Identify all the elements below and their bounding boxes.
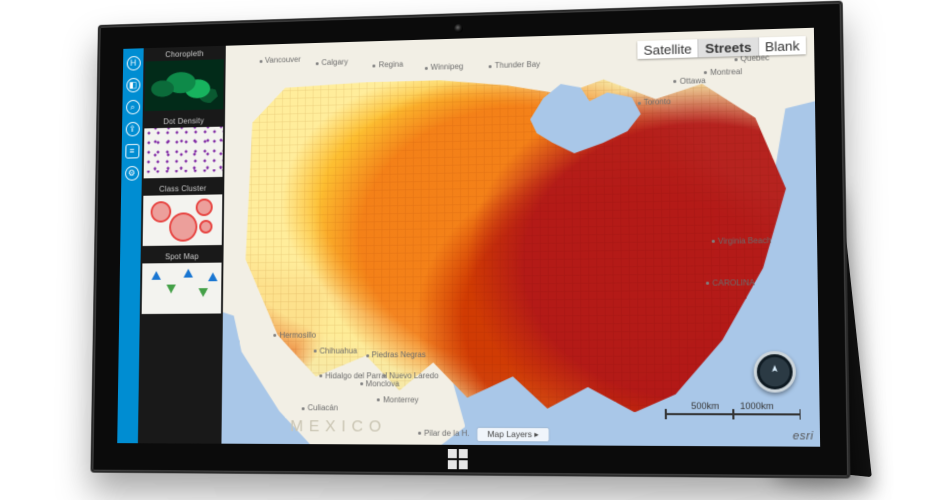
city-label: Winnipeg	[425, 62, 464, 72]
city-label: Regina	[373, 60, 403, 70]
thumb-spot-map[interactable]	[142, 263, 222, 314]
map-canvas[interactable]: MEXICO Vancouver Calgary Regina Winnipeg Thu…	[221, 28, 820, 447]
basemap-toggle: Satellite Streets Blank	[637, 36, 806, 59]
north-arrow-icon	[766, 364, 783, 381]
city-label: Montreal	[704, 67, 742, 77]
settings-icon[interactable]: ⚙	[125, 166, 139, 181]
tablet-device: H ◧ ⌕ ⇪ ≡ ⚙ Choropleth Dot Density Class…	[90, 1, 850, 479]
city-label: Chihuahua	[314, 347, 358, 356]
home-icon[interactable]: H	[126, 56, 140, 71]
city-label: Pilar de la H.	[418, 428, 470, 437]
map-app: H ◧ ⌕ ⇪ ≡ ⚙ Choropleth Dot Density Class…	[117, 28, 820, 447]
layers-icon[interactable]: ◧	[126, 78, 140, 93]
stage: H ◧ ⌕ ⇪ ≡ ⚙ Choropleth Dot Density Class…	[0, 0, 950, 500]
choropleth-usa	[233, 53, 807, 413]
thumb-choropleth[interactable]	[145, 59, 224, 111]
compass-widget[interactable]	[754, 351, 797, 392]
city-label: Virginia Beach	[712, 236, 772, 246]
esri-attribution: esri	[793, 430, 814, 443]
map-type-panel: Choropleth Dot Density Class Cluster Spo…	[138, 46, 226, 444]
thumb-title-spot-map: Spot Map	[141, 249, 224, 264]
city-label: Quebec	[734, 54, 769, 64]
scale-bar: 500km 1000km	[665, 401, 801, 416]
city-label: Nuevo Laredo	[383, 371, 439, 380]
share-icon[interactable]: ⇪	[125, 122, 139, 137]
search-icon[interactable]: ⌕	[126, 100, 140, 115]
basemap-satellite[interactable]: Satellite	[637, 39, 698, 59]
city-label: Monclova	[360, 379, 400, 388]
country-label-mexico: MEXICO	[290, 418, 387, 436]
basemap-streets[interactable]: Streets	[698, 38, 758, 58]
thumb-class-cluster[interactable]	[143, 194, 223, 246]
city-label: Monterrey	[377, 395, 418, 404]
scale-half: 500km	[691, 401, 719, 411]
scale-full: 1000km	[740, 401, 774, 411]
basemap-blank[interactable]: Blank	[758, 36, 806, 56]
city-label: Calgary	[316, 58, 348, 68]
city-label: Toronto	[638, 97, 671, 107]
screen: H ◧ ⌕ ⇪ ≡ ⚙ Choropleth Dot Density Class…	[117, 28, 820, 447]
city-label: Hermosillo	[274, 330, 316, 339]
city-label: Thunder Bay	[489, 60, 540, 70]
thumb-title-class-cluster: Class Cluster	[142, 181, 225, 196]
menu-icon[interactable]: ≡	[125, 144, 139, 159]
thumb-dot-density[interactable]	[144, 127, 223, 179]
city-label: Piedras Negras	[366, 350, 426, 359]
city-label: Vancouver	[259, 55, 301, 65]
city-label: Culiacán	[302, 403, 338, 412]
map-layers-chip[interactable]: Map Layers ▸	[477, 428, 549, 442]
